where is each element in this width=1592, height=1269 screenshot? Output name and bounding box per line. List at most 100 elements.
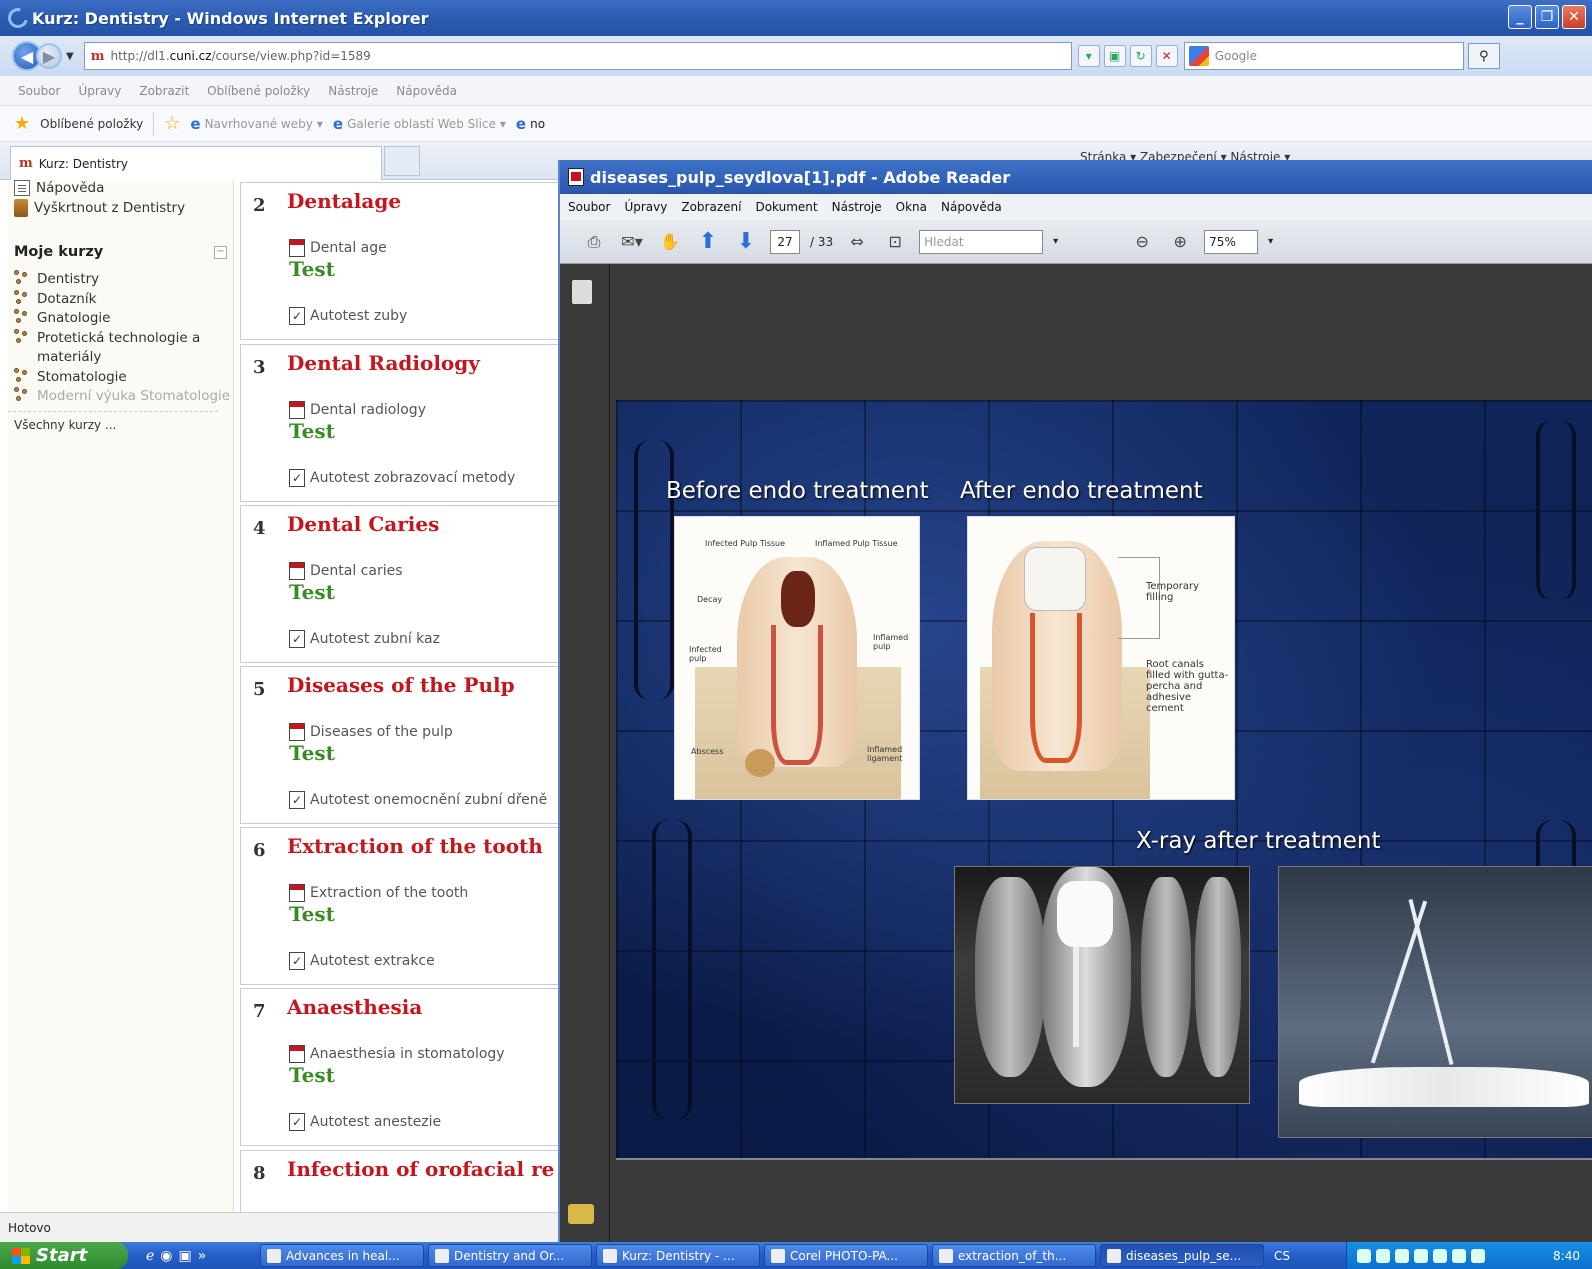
menu-upravy[interactable]: Úpravy	[78, 84, 121, 98]
history-dropdown-icon[interactable]: ▼	[66, 51, 74, 62]
tray-icon[interactable]	[1452, 1248, 1466, 1263]
select-hand-icon[interactable]: ✋	[656, 228, 684, 256]
compatibility-view-icon[interactable]: ▣	[1103, 45, 1126, 67]
menu-nastroje[interactable]: Nástroje	[328, 84, 378, 98]
menu-oblibene[interactable]: Oblíbené položky	[207, 84, 310, 98]
close-icon[interactable]: ✕	[1562, 5, 1586, 29]
xray-image-left	[954, 866, 1250, 1104]
resource-link[interactable]: Diseases of the pulp	[289, 723, 453, 741]
zoom-out-icon[interactable]: ⊖	[1128, 228, 1156, 256]
ie-menu-bar: Soubor Úpravy Zobrazit Oblíbené položky …	[0, 76, 1592, 106]
taskbar-item[interactable]: Advances in heal...	[260, 1244, 424, 1267]
adobe-menu-soubor[interactable]: Soubor	[568, 200, 610, 214]
forward-button[interactable]: ▶	[36, 43, 62, 69]
taskbar-item-active[interactable]: diseases_pulp_se...	[1100, 1244, 1264, 1267]
url-path: /course/view.php?id=1589	[211, 49, 371, 63]
favorites-button[interactable]: Oblíbené položky	[40, 117, 143, 131]
find-input[interactable]: Hledat	[919, 229, 1044, 254]
quicklaunch-icon[interactable]: ◉	[160, 1248, 172, 1264]
tab-title: Kurz: Dentistry	[38, 156, 128, 171]
show-desktop-icon[interactable]: ▣	[179, 1248, 192, 1264]
find-dropdown-icon[interactable]: ▾	[1053, 236, 1058, 247]
print-icon[interactable]: ⎙	[580, 228, 608, 256]
tab-kurz-dentistry[interactable]: m Kurz: Dentistry	[10, 146, 382, 180]
course-item[interactable]: Moderní výuka Stomatologie	[14, 387, 233, 407]
collapse-icon[interactable]: −	[214, 245, 227, 259]
restore-icon[interactable]: ❐	[1535, 5, 1559, 29]
help-link[interactable]: Nápověda	[8, 180, 233, 198]
taskbar-item[interactable]: Corel PHOTO-PA...	[764, 1244, 928, 1267]
zoom-dropdown-icon[interactable]: ▾	[1268, 236, 1273, 247]
section-number: 3	[253, 357, 266, 378]
resource-link[interactable]: Dental caries	[289, 562, 403, 580]
resource-link[interactable]: Extraction of the tooth	[289, 884, 468, 902]
resource-link[interactable]: Anaesthesia in stomatology	[289, 1045, 505, 1063]
minimize-icon[interactable]: _	[1508, 5, 1532, 29]
tray-icon[interactable]	[1376, 1248, 1390, 1263]
tray-icon[interactable]	[1357, 1248, 1371, 1263]
favorite-suggested-sites[interactable]: e Navrhované weby ▾	[190, 115, 323, 133]
course-item[interactable]: Gnatologie	[14, 309, 233, 329]
share-icon[interactable]: ✉▾	[618, 228, 646, 256]
pages-panel-icon[interactable]	[572, 280, 592, 304]
resource-link[interactable]: Dental age	[289, 239, 387, 257]
menu-napoveda[interactable]: Nápověda	[396, 84, 457, 98]
xray-root-canal	[1073, 947, 1079, 1047]
stop-icon[interactable]: ✕	[1155, 45, 1178, 67]
quiz-link[interactable]: ✓ Autotest anestezie	[289, 1113, 441, 1131]
zoom-in-icon[interactable]: ⊕	[1166, 228, 1194, 256]
next-page-icon[interactable]: ⬇	[732, 228, 760, 256]
quiz-link[interactable]: ✓ Autotest onemocnění zubní dřeně	[289, 791, 547, 809]
comments-icon[interactable]	[568, 1204, 594, 1224]
favorite-no[interactable]: e no	[516, 115, 545, 133]
ie-quicklaunch-icon[interactable]: ℯ	[146, 1248, 154, 1264]
previous-page-icon[interactable]: ⬆	[694, 228, 722, 256]
section-title: Dental Radiology	[287, 351, 480, 375]
course-item[interactable]: Dentistry	[14, 270, 233, 290]
adobe-menu-nastroje[interactable]: Nástroje	[832, 200, 882, 214]
illustration-label: Decay	[697, 595, 723, 604]
tray-icon[interactable]	[1395, 1248, 1409, 1263]
favorite-web-slice[interactable]: e Galerie oblastí Web Slice ▾	[333, 115, 506, 133]
fit-width-icon[interactable]: ⇔	[843, 228, 871, 256]
new-tab-button[interactable]	[384, 146, 420, 176]
language-indicator[interactable]: CS	[1274, 1249, 1290, 1263]
adobe-menu-dokument[interactable]: Dokument	[755, 200, 817, 214]
page-number-input[interactable]: 27	[770, 229, 800, 254]
slide-bottom-line	[616, 1158, 1592, 1160]
adobe-menu-zobrazeni[interactable]: Zobrazení	[681, 200, 741, 214]
address-bar[interactable]: m http://dl1. cuni.cz/course/view.php?id=…	[83, 42, 1072, 70]
quiz-link[interactable]: ✓ Autotest extrakce	[289, 952, 435, 970]
menu-zobrazit[interactable]: Zobrazit	[139, 84, 189, 98]
resource-link[interactable]: Dental radiology	[289, 401, 426, 419]
tray-icon[interactable]	[1414, 1248, 1428, 1263]
sidebar: Nápověda Vyškrtnout z Dentistry Moje kur…	[8, 180, 234, 1212]
taskbar-item[interactable]: Kurz: Dentistry - ...	[596, 1244, 760, 1267]
address-dropdown-icon[interactable]: ▾	[1077, 45, 1100, 67]
taskbar-item[interactable]: extraction_of_th...	[932, 1244, 1096, 1267]
course-item[interactable]: Protetická technologie a materiály	[14, 328, 233, 368]
refresh-icon[interactable]: ↻	[1129, 45, 1152, 67]
zoom-input[interactable]: 75%	[1204, 229, 1259, 254]
tray-icon[interactable]	[1471, 1248, 1485, 1263]
adobe-menu-napoveda[interactable]: Nápověda	[941, 200, 1002, 214]
taskbar-item[interactable]: Dentistry and Or...	[428, 1244, 592, 1267]
quicklaunch-more-icon[interactable]: »	[198, 1248, 207, 1264]
start-button[interactable]: Start	[0, 1242, 128, 1269]
adobe-menu-okna[interactable]: Okna	[896, 200, 927, 214]
tray-icon[interactable]	[1433, 1248, 1447, 1263]
course-item[interactable]: Dotazník	[14, 289, 233, 310]
all-courses-link[interactable]: Všechny kurzy ...	[8, 410, 218, 432]
course-section: 8 Infection of orofacial re	[240, 1150, 574, 1212]
search-input[interactable]: Google	[1183, 42, 1464, 70]
unenrol-link[interactable]: Vyškrtnout z Dentistry	[8, 198, 233, 218]
course-item[interactable]: Stomatologie	[14, 367, 233, 388]
add-favorite-icon[interactable]: ☆	[164, 113, 180, 134]
fit-page-icon[interactable]: ⊡	[881, 228, 909, 256]
quiz-link[interactable]: ✓ Autotest zobrazovací metody	[289, 469, 515, 487]
adobe-menu-upravy[interactable]: Úpravy	[624, 200, 667, 214]
quiz-link[interactable]: ✓ Autotest zubní kaz	[289, 630, 440, 648]
quiz-link[interactable]: ✓ Autotest zuby	[289, 307, 407, 325]
menu-soubor[interactable]: Soubor	[18, 84, 60, 98]
search-icon[interactable]: ⚲	[1467, 43, 1500, 69]
